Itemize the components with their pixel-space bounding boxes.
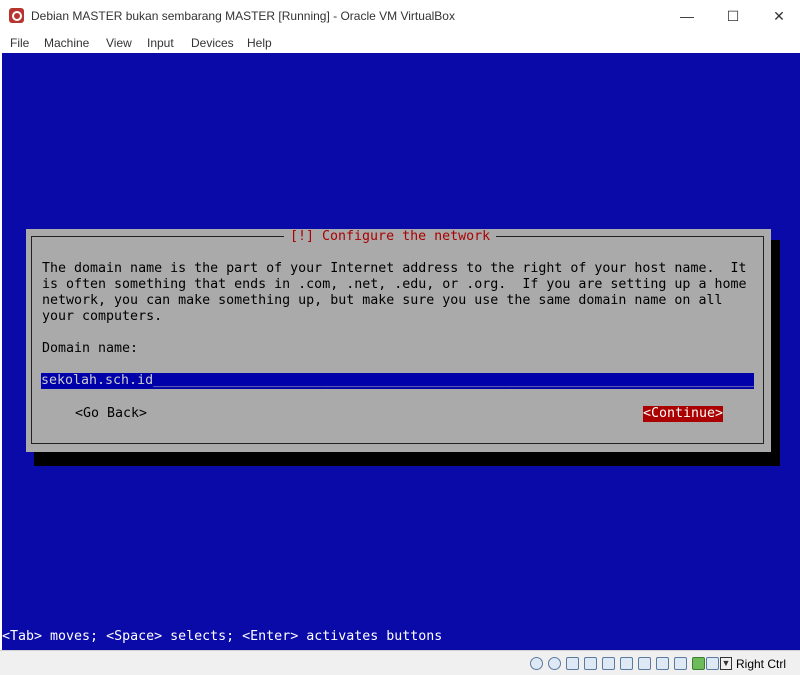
keyboard-capture-icon[interactable] [706,657,719,670]
host-key-label: Right Ctrl [736,657,787,671]
shared-folders-icon[interactable] [620,657,633,670]
domain-name-label: Domain name: [42,341,139,356]
optical-drive-icon[interactable] [548,657,561,670]
domain-name-value: sekolah.sch.id [41,373,154,388]
continue-button[interactable]: <Continue> [643,406,724,422]
usb-icon[interactable] [602,657,615,670]
hard-disk-icon[interactable] [530,657,543,670]
status-bar: ▼ Right Ctrl [0,650,800,675]
menu-devices[interactable]: Devices [191,36,234,50]
configure-network-dialog: [!] Configure the network The domain nam… [26,229,771,452]
menu-bar: File Machine View Input Devices Help [0,32,800,53]
dialog-shadow-bottom [34,452,780,466]
window-title: Debian MASTER bukan sembarang MASTER [Ru… [31,9,455,23]
minimize-button[interactable]: — [664,0,710,32]
menu-help[interactable]: Help [247,36,272,50]
virtualbox-icon [9,8,24,23]
close-button[interactable]: ✕ [756,0,800,32]
domain-name-input[interactable]: sekolah.sch.id__________________________… [41,373,754,389]
menu-machine[interactable]: Machine [44,36,89,50]
display-icon[interactable] [638,657,651,670]
host-key-arrow-icon: ▼ [720,657,732,670]
menu-file[interactable]: File [10,36,29,50]
keyboard-hint: <Tab> moves; <Space> selects; <Enter> ac… [2,629,443,644]
domain-name-padding: ________________________________________… [153,373,754,388]
window-titlebar: Debian MASTER bukan sembarang MASTER [Ru… [0,0,800,32]
dialog-description: The domain name is the part of your Inte… [42,261,747,324]
go-back-button[interactable]: <Go Back> [75,406,147,422]
dialog-title: [!] Configure the network [284,229,497,245]
menu-view[interactable]: View [106,36,132,50]
mouse-integration-icon[interactable] [692,657,705,670]
audio-icon[interactable] [566,657,579,670]
vm-display[interactable]: [!] Configure the network The domain nam… [2,53,800,650]
maximize-button[interactable]: ☐ [710,0,756,32]
network-icon[interactable] [584,657,597,670]
video-capture-icon[interactable] [656,657,669,670]
cpu-icon[interactable] [674,657,687,670]
menu-input[interactable]: Input [147,36,174,50]
